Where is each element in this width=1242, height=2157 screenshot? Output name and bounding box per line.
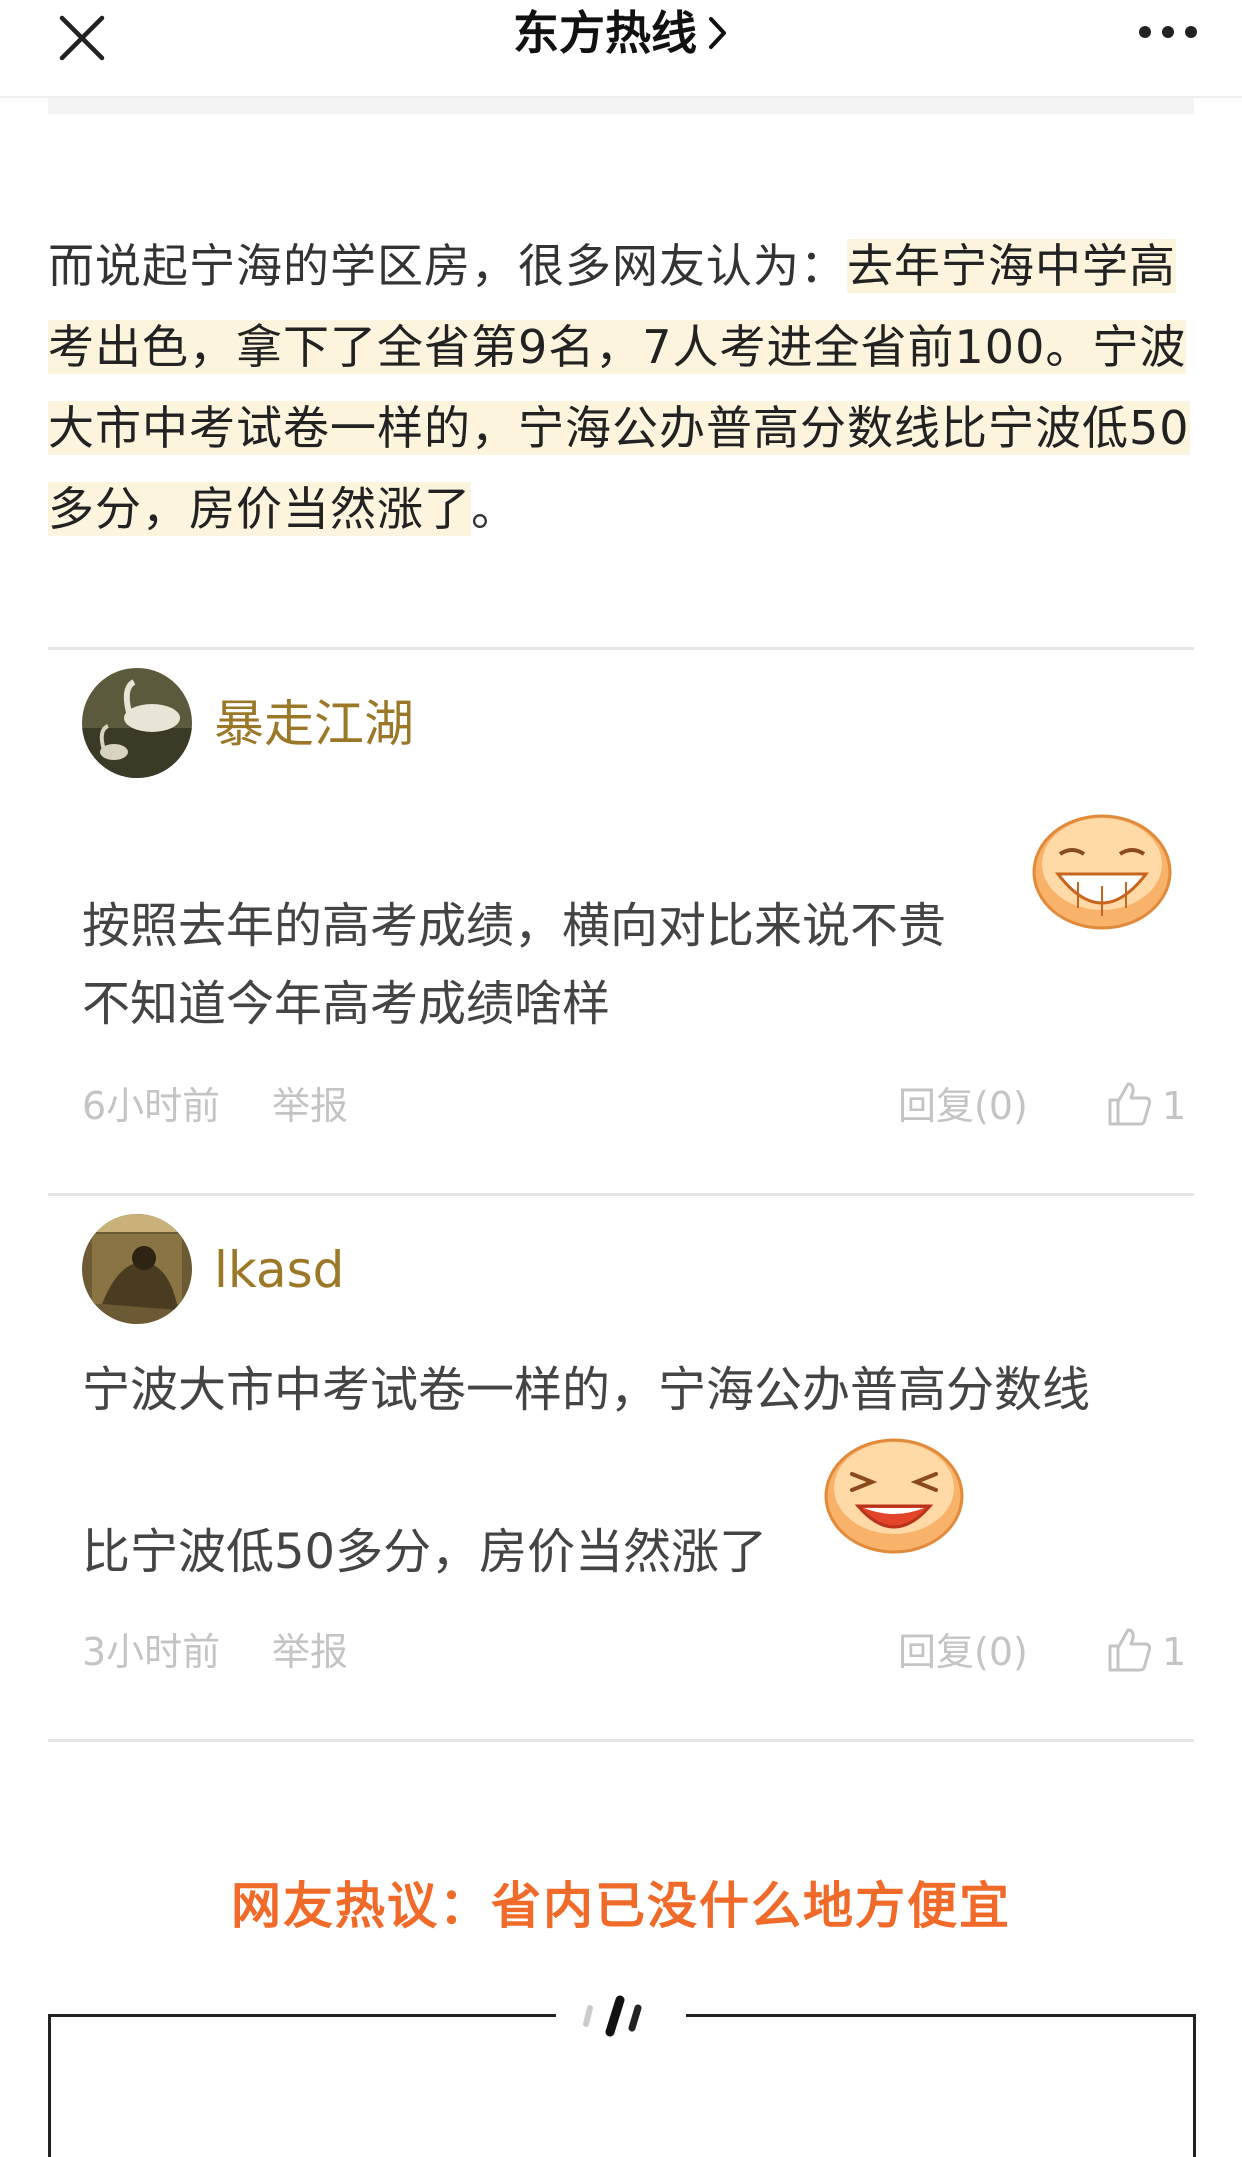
avatar[interactable]	[82, 668, 192, 778]
section-heading: 网友热议：省内已没什么地方便宜	[231, 1877, 1011, 1935]
comment-card: lkasd 宁波大市中考试卷一样的，宁海公办普高分数线 比宁波低50多分，房价当…	[48, 1196, 1194, 1736]
reply-button[interactable]: 回复(0)	[898, 1084, 1028, 1128]
report-link[interactable]: 举报	[272, 1630, 348, 1674]
comment-time: 3小时前	[82, 1630, 221, 1674]
page-title[interactable]: 东方热线	[0, 0, 1242, 70]
quote-mark-icon	[583, 1995, 642, 2037]
content-top-strip	[48, 98, 1194, 114]
report-link[interactable]: 举报	[272, 1084, 348, 1128]
comment-text-line: 不知道今年高考成绩啥样	[82, 976, 611, 1032]
laughing-emoji	[824, 1438, 964, 1554]
divider	[48, 1739, 1194, 1742]
more-dots-icon[interactable]	[1136, 22, 1200, 42]
comment-username[interactable]: lkasd	[214, 1240, 344, 1300]
comment-card: 暴走江湖 按照去年的高考成绩，横向对比来说不贵 不知道今年高考成绩啥样 6小时前…	[48, 650, 1194, 1190]
comment-username[interactable]: 暴走江湖	[214, 694, 414, 754]
comment-text-line: 按照去年的高考成绩，横向对比来说不贵	[82, 898, 947, 954]
comment-text-line: 宁波大市中考试卷一样的，宁海公办普高分数线	[82, 1362, 1091, 1418]
comment-time: 6小时前	[82, 1084, 221, 1128]
reply-button[interactable]: 回复(0)	[898, 1630, 1028, 1674]
comment-text-line: 比宁波低50多分，房价当然涨了	[82, 1524, 768, 1580]
grin-emoji	[1032, 814, 1172, 930]
article-lead-text: 而说起宁海的学区房，很多网友认为：	[48, 239, 847, 293]
top-nav-bar: 东方热线	[0, 0, 1242, 98]
article-tail-text: 。	[471, 482, 518, 536]
like-count: 1	[1162, 1630, 1187, 1674]
like-count: 1	[1162, 1084, 1187, 1128]
chevron-right-icon	[709, 16, 726, 49]
thumbs-up-icon[interactable]	[1104, 1078, 1154, 1128]
avatar[interactable]	[82, 1214, 192, 1324]
page-title-text: 东方热线	[513, 6, 697, 60]
article-paragraph: 而说起宁海的学区房，很多网友认为：去年宁海中学高考出色，拿下了全省第9名，7人考…	[48, 226, 1198, 550]
thumbs-up-icon[interactable]	[1104, 1624, 1154, 1674]
